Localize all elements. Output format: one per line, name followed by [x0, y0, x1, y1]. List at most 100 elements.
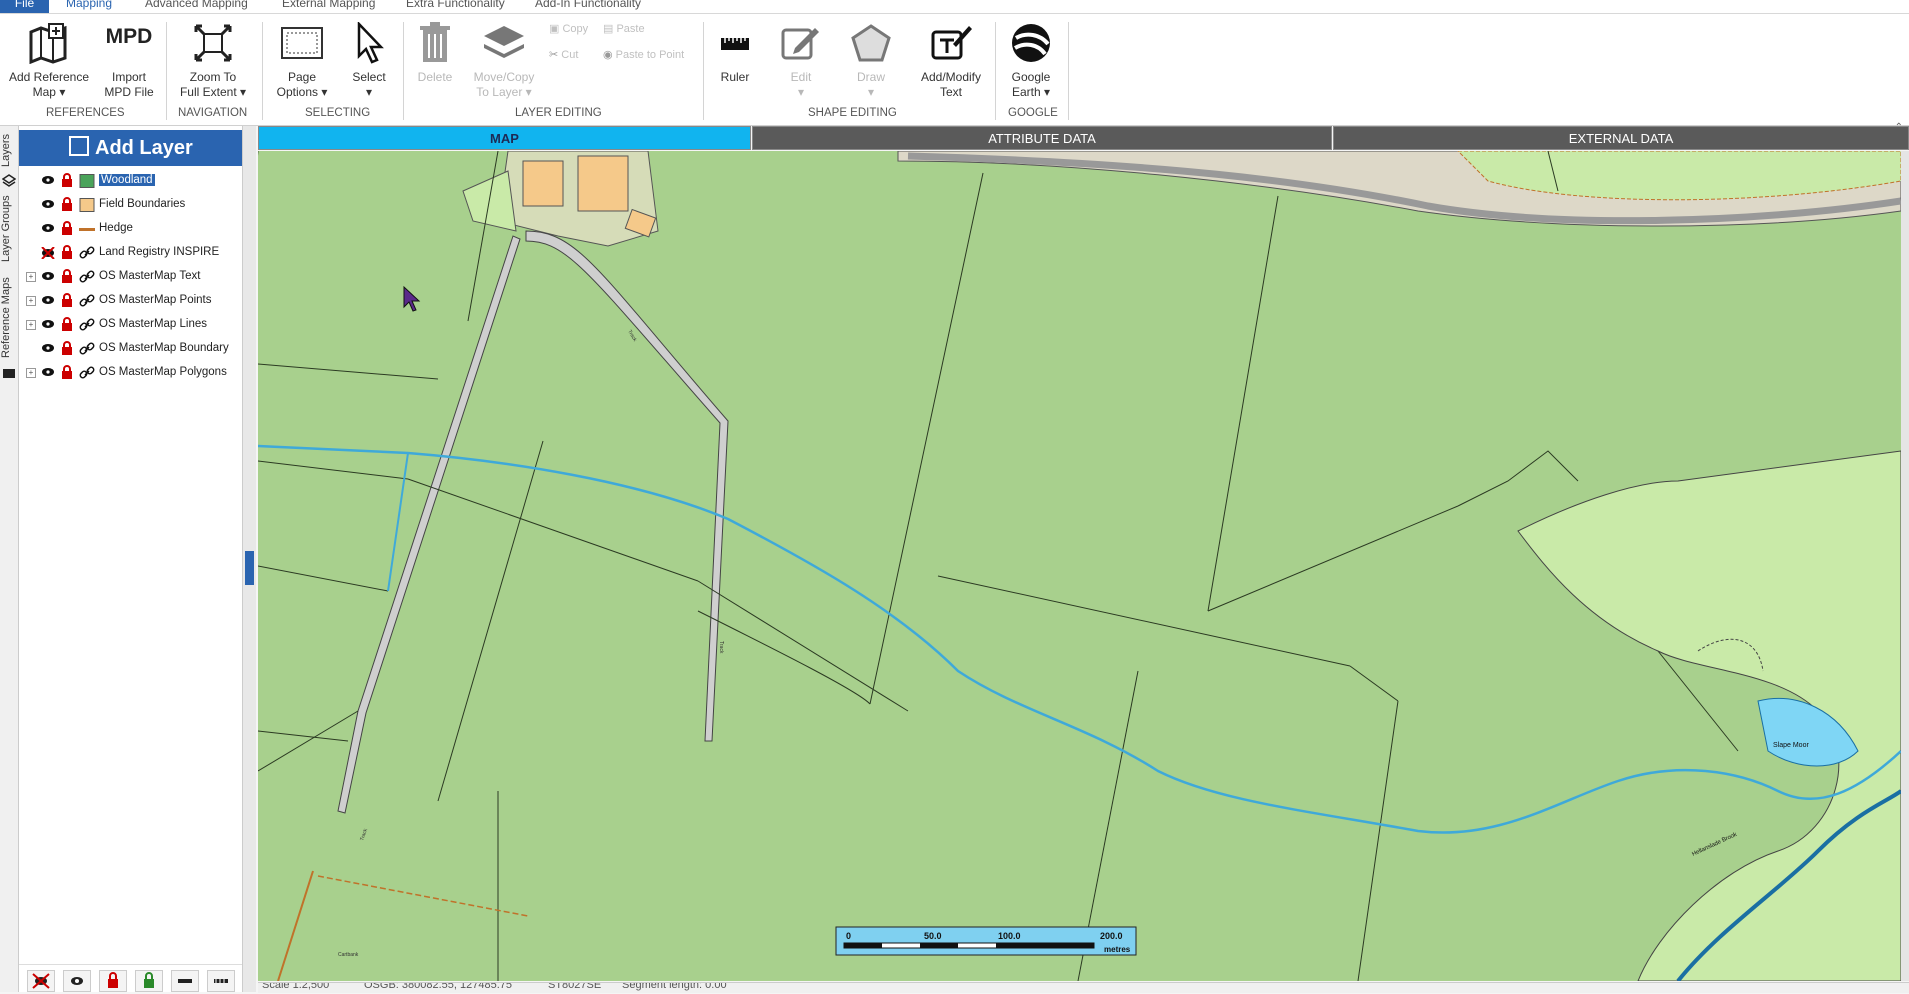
lock-icon[interactable] — [61, 197, 73, 212]
tab-layer-groups[interactable]: Layer Groups — [0, 192, 18, 266]
lock-icon[interactable] — [61, 245, 73, 260]
layer-row[interactable]: Hedge — [19, 218, 242, 240]
link-icon — [79, 270, 95, 283]
eye-icon[interactable] — [41, 295, 55, 305]
layer-row[interactable]: Field Boundaries — [19, 194, 242, 216]
menu-extra-functionality[interactable]: Extra Functionality — [406, 0, 505, 10]
layer-row[interactable]: Land Registry INSPIRE — [19, 242, 242, 264]
zoom-full-label2: Full Extent ▾ — [179, 85, 247, 99]
move-copy-to-layer-button[interactable]: Move/Copy To Layer ▾ — [464, 22, 544, 100]
lock-icon[interactable] — [61, 173, 73, 188]
cut-button[interactable]: ✂ Cut — [549, 48, 578, 61]
lock-icon[interactable] — [61, 341, 73, 356]
eye-icon[interactable] — [41, 175, 55, 185]
ribbon-separator — [703, 22, 704, 120]
menu-file[interactable]: File — [0, 0, 49, 13]
layer-name: OS MasterMap Lines — [99, 318, 208, 330]
layer-row[interactable]: + OS MasterMap Polygons — [19, 362, 242, 384]
ruler-button[interactable]: Ruler — [714, 22, 756, 85]
ribbon-separator — [1068, 22, 1069, 120]
copy-button[interactable]: ▣ Copy — [549, 22, 588, 35]
paste-button[interactable]: ▤ Paste — [603, 22, 645, 35]
layer-row[interactable]: Woodland — [19, 170, 242, 192]
delete-button[interactable]: Delete — [409, 22, 461, 85]
draw-label2: ▾ — [867, 85, 875, 99]
add-layer-button[interactable]: Add Layer — [19, 130, 242, 166]
tab-external-data[interactable]: EXTERNAL DATA — [1333, 126, 1909, 150]
menu-mapping[interactable]: Mapping — [66, 0, 112, 10]
ribbon: Add Reference Map ▾ MPD Import MPD File … — [0, 14, 1909, 133]
add-modify-text-button[interactable]: Add/Modify Text — [910, 22, 992, 100]
eye-icon[interactable] — [41, 199, 55, 209]
select-button[interactable]: Select ▾ — [342, 22, 396, 100]
import-mpd-button[interactable]: MPD Import MPD File — [96, 22, 162, 100]
expand-icon[interactable]: + — [26, 368, 36, 378]
page-options-label1: Page — [287, 70, 317, 84]
edit-button[interactable]: Edit ▾ — [776, 22, 826, 100]
link-icon — [79, 366, 95, 379]
tab-attribute-data[interactable]: ATTRIBUTE DATA — [752, 126, 1332, 150]
lock-all-button[interactable] — [99, 970, 127, 992]
eye-hidden-icon[interactable] — [41, 247, 55, 259]
eye-icon[interactable] — [41, 343, 55, 353]
eye-icon[interactable] — [41, 271, 55, 281]
unlock-all-button[interactable] — [135, 970, 163, 992]
tab-layers[interactable]: Layers — [0, 130, 18, 170]
label-track-2: Track — [718, 641, 724, 654]
collapse-panel-handle[interactable] — [245, 551, 254, 585]
ribbon-separator — [995, 22, 996, 120]
swatch-icon — [79, 198, 95, 212]
layer-name: OS MasterMap Polygons — [99, 366, 227, 378]
collapse-icon — [178, 979, 192, 983]
text-edit-icon — [931, 26, 972, 60]
lock-icon[interactable] — [61, 269, 73, 284]
google-earth-label1: Google — [1011, 70, 1051, 84]
collapse-all-button[interactable] — [171, 970, 199, 992]
expand-all-button[interactable] — [207, 970, 235, 992]
layer-row[interactable]: + OS MasterMap Text — [19, 266, 242, 288]
expand-icon[interactable]: + — [26, 272, 36, 282]
tab-map[interactable]: MAP — [258, 126, 751, 150]
map-canvas[interactable]: Slape Moor Hellanslade Brook Track Track… — [258, 151, 1901, 981]
draw-button[interactable]: Draw ▾ — [846, 22, 896, 100]
farm-building — [577, 155, 629, 212]
layers-tab-icon — [2, 174, 16, 187]
scale-segment — [920, 943, 958, 948]
add-reference-map-button[interactable]: Add Reference Map ▾ — [6, 22, 92, 100]
page-options-button[interactable]: Page Options ▾ — [268, 22, 336, 100]
paste-to-point-button[interactable]: ◉ Paste to Point — [603, 48, 684, 61]
layer-row[interactable]: + OS MasterMap Lines — [19, 314, 242, 336]
right-splitter[interactable] — [1901, 151, 1909, 981]
edit-label2: ▾ — [797, 85, 805, 99]
ruler-icon — [721, 38, 749, 50]
google-earth-button[interactable]: Google Earth ▾ — [1004, 22, 1058, 100]
eye-icon[interactable] — [41, 319, 55, 329]
select-label1: Select — [352, 70, 386, 84]
lock-icon[interactable] — [61, 317, 73, 332]
add-reference-map-label1: Add Reference — [8, 70, 90, 84]
menu-advanced-mapping[interactable]: Advanced Mapping — [145, 0, 248, 10]
expand-icon[interactable]: + — [26, 320, 36, 330]
edit-pencil-icon — [781, 28, 819, 60]
zoom-full-extent-button[interactable]: Zoom To Full Extent ▾ — [174, 22, 252, 100]
status-bar: Scale 1:2,500 OSGB: 380082.55, 127485.75… — [258, 982, 1909, 993]
layer-row[interactable]: + OS MasterMap Points — [19, 290, 242, 312]
menu-external-mapping[interactable]: External Mapping — [282, 0, 375, 10]
expand-icon[interactable]: + — [26, 296, 36, 306]
tab-reference-maps[interactable]: Reference Maps — [0, 276, 18, 360]
menu-addin-functionality[interactable]: Add-In Functionality — [535, 0, 641, 10]
scale-tick-50: 50.0 — [924, 931, 942, 941]
add-modify-text-label1: Add/Modify — [920, 70, 982, 84]
hide-all-button[interactable] — [27, 970, 55, 992]
lock-icon[interactable] — [61, 293, 73, 308]
show-all-button[interactable] — [63, 970, 91, 992]
lock-icon[interactable] — [61, 365, 73, 380]
menu-bar: File Mapping Advanced Mapping External M… — [0, 0, 1909, 14]
add-layer-label: Add Layer — [95, 137, 193, 159]
lock-icon[interactable] — [61, 221, 73, 236]
eye-icon[interactable] — [41, 367, 55, 377]
eye-icon[interactable] — [41, 223, 55, 233]
scale-unit: metres — [1104, 945, 1131, 954]
panel-splitter[interactable] — [243, 126, 256, 992]
layer-row[interactable]: OS MasterMap Boundary — [19, 338, 242, 360]
